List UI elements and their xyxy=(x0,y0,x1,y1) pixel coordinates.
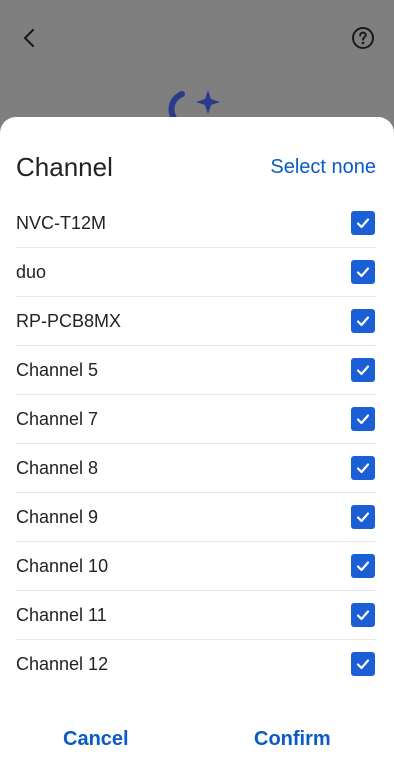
channel-row[interactable]: Channel 7 xyxy=(16,395,376,444)
confirm-button[interactable]: Confirm xyxy=(254,728,331,751)
channel-label: NVC-T12M xyxy=(16,212,107,233)
channel-row[interactable]: Channel 10 xyxy=(16,542,376,591)
checkmark-icon xyxy=(356,218,370,229)
channel-row[interactable]: Channel 12 xyxy=(16,640,376,688)
channel-list: NVC-T12M duo RP-PCB8MX Channel 5 Channel 7 Ch… xyxy=(16,199,376,688)
checkmark-icon xyxy=(356,316,370,327)
channel-checkbox[interactable] xyxy=(351,554,375,578)
channel-label: Channel 10 xyxy=(16,555,109,576)
checkmark-icon xyxy=(356,365,370,376)
channel-label: Channel 12 xyxy=(16,653,109,674)
channel-checkbox[interactable] xyxy=(351,505,375,529)
checkmark-icon xyxy=(356,610,370,621)
channel-checkbox[interactable] xyxy=(351,260,375,284)
checkmark-icon xyxy=(356,659,370,670)
channel-label: Channel 8 xyxy=(16,457,99,478)
checkmark-icon xyxy=(356,463,370,474)
checkmark-icon xyxy=(356,512,370,523)
channel-row[interactable]: NVC-T12M xyxy=(16,199,376,248)
channel-row[interactable]: duo xyxy=(16,248,376,297)
checkmark-icon xyxy=(356,414,370,425)
channel-checkbox[interactable] xyxy=(351,309,375,333)
channel-checkbox[interactable] xyxy=(351,652,375,676)
question-circle-icon[interactable] xyxy=(351,26,375,50)
channel-label: duo xyxy=(16,261,47,282)
sheet-title: Channel xyxy=(16,151,113,182)
sheet-header: Channel Select none xyxy=(16,149,376,185)
channel-row[interactable]: Channel 9 xyxy=(16,493,376,542)
channel-checkbox[interactable] xyxy=(351,407,375,431)
channel-checkbox[interactable] xyxy=(351,358,375,382)
checkmark-icon xyxy=(356,267,370,278)
channel-label: Channel 11 xyxy=(16,604,107,625)
channel-label: RP-PCB8MX xyxy=(16,310,122,331)
channel-label: Channel 7 xyxy=(16,408,99,429)
channel-row[interactable]: Channel 8 xyxy=(16,444,376,493)
screen: Channel Select none NVC-T12M duo RP-PCB8MX… xyxy=(0,0,394,776)
channel-row[interactable]: RP-PCB8MX xyxy=(16,297,376,346)
checkmark-icon xyxy=(356,561,370,572)
channel-checkbox[interactable] xyxy=(351,211,375,235)
channel-label: Channel 9 xyxy=(16,506,99,527)
cancel-button[interactable]: Cancel xyxy=(63,728,129,751)
channel-checkbox[interactable] xyxy=(351,456,375,480)
channel-row[interactable]: Channel 11 xyxy=(16,591,376,640)
channel-label: Channel 5 xyxy=(16,359,99,380)
select-none-button[interactable]: Select none xyxy=(270,156,376,179)
channel-checkbox[interactable] xyxy=(351,603,375,627)
channel-row[interactable]: Channel 5 xyxy=(16,346,376,395)
chevron-left-icon[interactable] xyxy=(18,26,42,50)
sheet-footer: Cancel Confirm xyxy=(0,721,394,757)
channel-selection-sheet: Channel Select none NVC-T12M duo RP-PCB8MX… xyxy=(0,117,394,776)
